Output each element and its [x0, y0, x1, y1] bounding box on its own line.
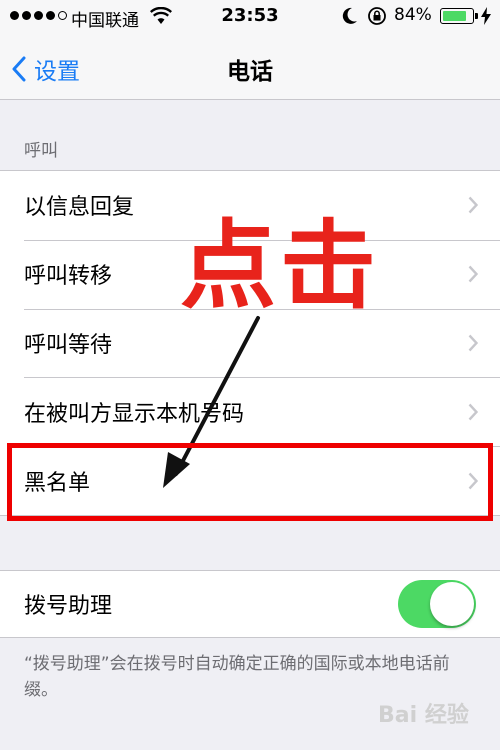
chevron-right-icon — [468, 265, 478, 283]
toggle-knob — [430, 582, 474, 626]
status-bar: 中国联通 23:53 84% — [0, 0, 500, 34]
navigation-bar: 设置 电话 — [0, 34, 500, 100]
annotation-click-text: 点击 — [180, 210, 380, 322]
row-label: 拨号助理 — [24, 594, 113, 619]
section-header-calls: 呼叫 — [24, 141, 58, 161]
dial-assist-description: “拨号助理”会在拨号时自动确定正确的国际或本地电话前缀。 — [24, 654, 450, 700]
chevron-right-icon — [468, 403, 478, 421]
watermark: Bai 经验 — [378, 703, 469, 728]
page-title: 电话 — [227, 59, 273, 85]
row-label: 在被叫方显示本机号码 — [24, 401, 245, 427]
rotation-lock-icon — [368, 7, 386, 25]
dial-assist-group: 拨号助理 — [0, 570, 500, 638]
battery-percent: 84% — [394, 5, 432, 25]
highlight-box — [7, 443, 493, 521]
row-label: 以信息回复 — [24, 195, 135, 221]
moon-icon — [342, 7, 357, 24]
row-label: 呼叫转移 — [24, 264, 113, 290]
dial-assist-toggle[interactable] — [398, 580, 476, 628]
row-dial-assist: 拨号助理 — [0, 571, 500, 637]
row-show-caller-id[interactable]: 在被叫方显示本机号码 — [0, 377, 500, 446]
charging-bolt-icon — [481, 7, 491, 25]
chevron-right-icon — [468, 197, 478, 214]
row-label: 呼叫等待 — [24, 332, 113, 358]
chevron-right-icon — [468, 334, 478, 352]
battery-icon — [440, 8, 478, 24]
